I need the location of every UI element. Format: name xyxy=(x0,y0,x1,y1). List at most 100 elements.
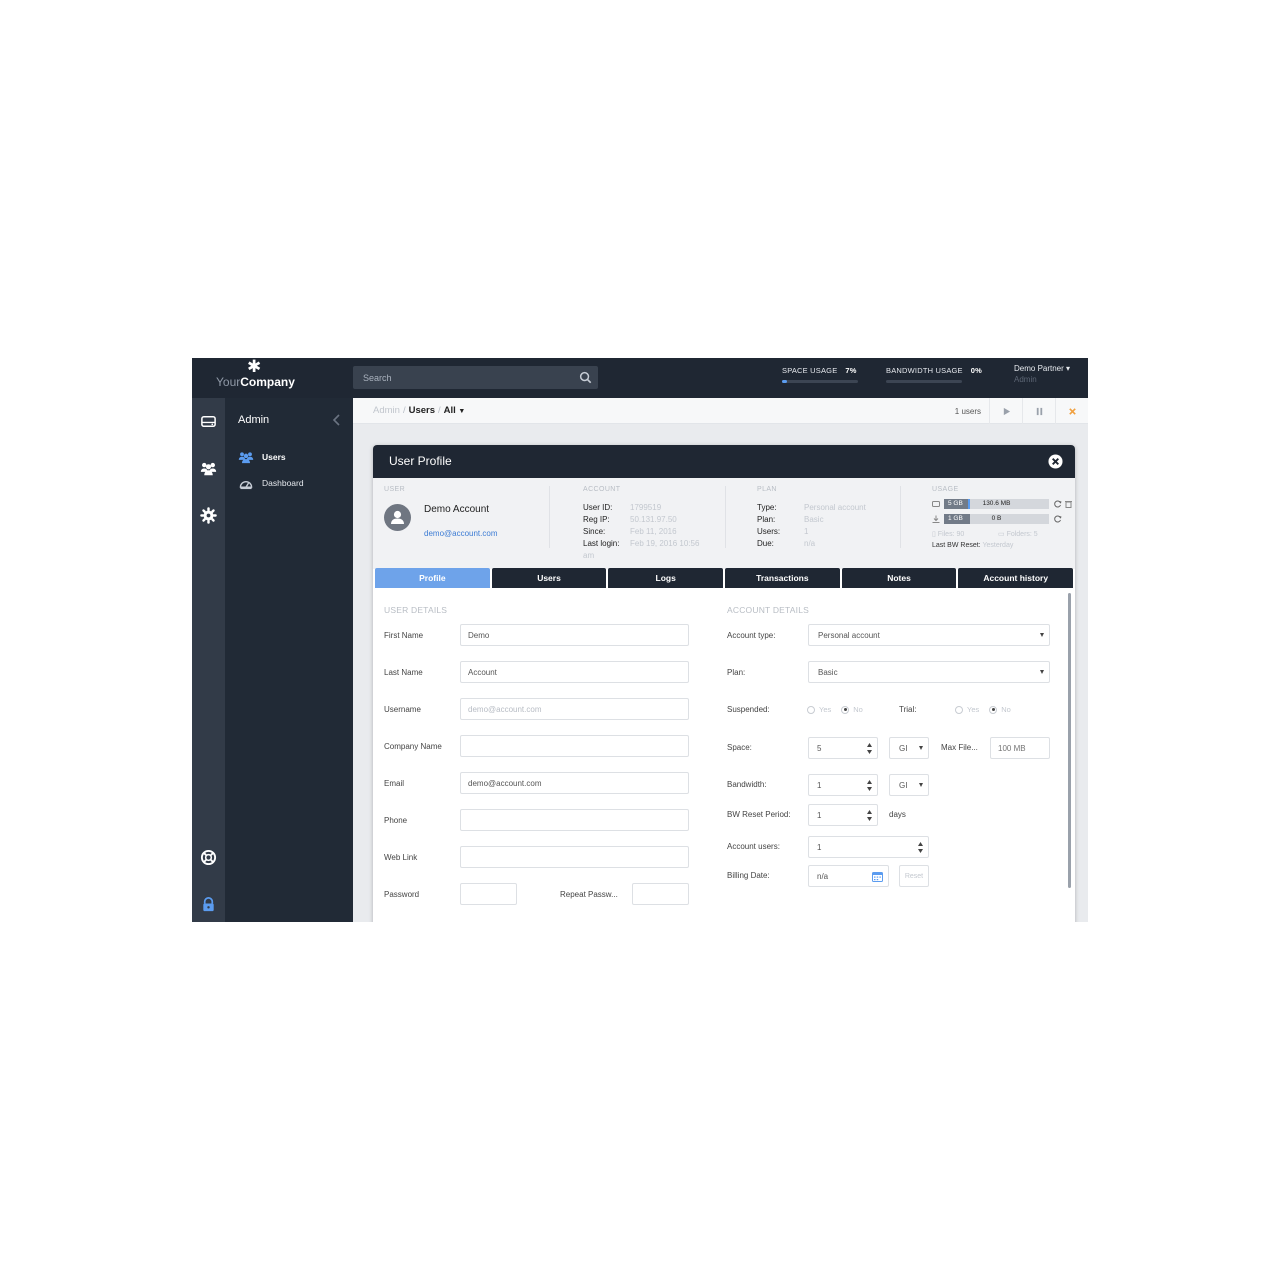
refresh-icon[interactable] xyxy=(1054,515,1062,523)
files-count-label: Files: 90 xyxy=(937,531,965,538)
rail-settings-button[interactable] xyxy=(192,500,225,530)
repeat-password-field[interactable] xyxy=(632,883,689,905)
tab-notes[interactable]: Notes xyxy=(841,568,957,588)
close-icon xyxy=(1068,407,1076,415)
breadcrumb-root[interactable]: Admin xyxy=(373,405,400,416)
last-name-field[interactable] xyxy=(460,661,689,683)
rail-admin-button[interactable] xyxy=(192,889,225,919)
sidebar-item-label: Dashboard xyxy=(262,478,304,488)
breadcrumb-users[interactable]: Users xyxy=(409,405,435,416)
account-name: Demo Account xyxy=(424,504,490,515)
stepper-arrows-icon xyxy=(867,810,872,821)
bw-reset-period-value: 1 xyxy=(817,811,822,820)
form-scrollbar[interactable] xyxy=(1068,593,1071,888)
icon-rail xyxy=(192,398,225,922)
trash-icon[interactable] xyxy=(1065,500,1072,508)
web-link-field[interactable] xyxy=(460,846,689,868)
breadcrumb-separator: / xyxy=(402,405,406,416)
plan-value: Basic xyxy=(804,515,824,524)
account-type-label: Account type: xyxy=(727,631,776,640)
space-stepper[interactable]: 5 xyxy=(808,737,878,759)
email-field[interactable] xyxy=(460,772,689,794)
company-name-field[interactable] xyxy=(460,735,689,757)
star-icon: ✱ xyxy=(247,358,262,376)
trial-no-radio[interactable] xyxy=(989,705,998,714)
delete-button[interactable] xyxy=(1055,398,1088,424)
breadcrumb-bar: Admin / Users / All ▼ 1 users xyxy=(353,398,1088,424)
last-bw-reset-label: Last BW Reset: xyxy=(932,542,981,549)
plan-select[interactable]: Basic xyxy=(808,661,1050,683)
reset-button[interactable]: Reset xyxy=(899,865,929,887)
suspended-no-radio[interactable] xyxy=(841,705,850,714)
user-id-value: 1799519 xyxy=(630,503,662,512)
since-value: Feb 11, 2016 xyxy=(630,527,677,536)
suspended-yes-label: Yes xyxy=(819,705,832,714)
max-file-field[interactable] xyxy=(990,737,1050,759)
tab-profile[interactable]: Profile xyxy=(375,568,490,588)
user-menu[interactable]: Demo Partner ▾ Admin xyxy=(1014,364,1070,384)
logo-name-part2: Company xyxy=(240,375,295,389)
refresh-icon[interactable] xyxy=(1054,500,1062,508)
account-users-stepper[interactable]: 1 xyxy=(808,836,929,858)
search-input[interactable] xyxy=(353,366,568,389)
app-window: ✱ YourCompany SPACE USAGE 7% BANDWIDTH US… xyxy=(192,358,1088,922)
space-value: 5 xyxy=(817,744,822,753)
rail-drive-button[interactable] xyxy=(192,406,225,436)
bandwidth-usage-label: BANDWIDTH USAGE xyxy=(886,366,963,375)
user-avatar-icon xyxy=(391,510,404,524)
bandwidth-unit-select[interactable]: GI xyxy=(889,774,929,796)
search-icon[interactable] xyxy=(579,371,592,384)
bw-reset-period-unit: days xyxy=(889,810,906,819)
pause-button[interactable] xyxy=(1022,398,1055,424)
account-info: User ID: 1799519 Reg IP: 50.131.97.50 Sinc… xyxy=(583,502,699,562)
dashboard-icon xyxy=(239,480,253,489)
phone-field[interactable] xyxy=(460,809,689,831)
suspended-no-label: No xyxy=(853,705,863,714)
profile-form: USER DETAILS First Name Last Name Userna… xyxy=(373,588,1075,922)
folders-count-label: Folders: 5 xyxy=(1006,531,1038,538)
play-button[interactable] xyxy=(989,398,1022,424)
breadcrumb-filter-dropdown[interactable]: All ▼ xyxy=(444,405,466,416)
bw-reset-period-stepper[interactable]: 1 xyxy=(808,804,878,826)
close-icon[interactable] xyxy=(1048,454,1063,469)
bandwidth-value: 1 xyxy=(817,781,822,790)
account-email-link[interactable]: demo@account.com xyxy=(424,529,498,538)
sidebar: Admin Users Dashboard xyxy=(225,398,353,922)
plan-info: Type: Personal account Plan: Basic Users: 1… xyxy=(757,502,866,550)
tab-transactions[interactable]: Transactions xyxy=(725,568,840,588)
modal-title: User Profile xyxy=(389,454,452,468)
space-usage-bar xyxy=(782,380,858,383)
username-field[interactable] xyxy=(460,698,689,720)
first-name-field[interactable] xyxy=(460,624,689,646)
billing-date-field[interactable]: n/a xyxy=(808,865,889,887)
users-label: Users: xyxy=(757,527,781,536)
stepper-arrows-icon xyxy=(867,780,872,791)
chevron-left-icon[interactable] xyxy=(332,413,342,427)
tab-account-history[interactable]: Account history xyxy=(958,568,1074,588)
reg-ip-label: Reg IP: xyxy=(583,515,610,524)
trial-yes-radio[interactable] xyxy=(955,705,963,714)
space-unit-select[interactable]: GI xyxy=(889,737,929,759)
space-usage-meter[interactable]: SPACE USAGE 7% xyxy=(782,366,858,388)
tab-users[interactable]: Users xyxy=(491,568,607,588)
breadcrumb-filter-label: All xyxy=(443,405,456,416)
sidebar-item-users[interactable]: Users xyxy=(238,449,286,465)
summary-plan-heading: PLAN xyxy=(757,486,777,493)
suspended-yes-radio[interactable] xyxy=(807,705,815,714)
rail-support-button[interactable] xyxy=(192,842,225,872)
calendar-icon[interactable] xyxy=(872,871,883,882)
modal-header: User Profile xyxy=(373,445,1075,478)
password-field[interactable] xyxy=(460,883,517,905)
bandwidth-stepper[interactable]: 1 xyxy=(808,774,878,796)
user-profile-modal: User Profile USER Demo Account demo@acco… xyxy=(373,445,1075,922)
repeat-password-label: Repeat Passw... xyxy=(560,890,618,899)
sidebar-item-dashboard[interactable]: Dashboard xyxy=(238,475,304,491)
account-type-select[interactable]: Personal account xyxy=(808,624,1050,646)
rail-users-button[interactable] xyxy=(192,453,225,483)
summary-user-heading: USER xyxy=(384,486,406,493)
company-logo[interactable]: ✱ YourCompany xyxy=(192,358,353,398)
account-type-value: Personal account xyxy=(818,631,880,640)
files-count: ▯ Files: 90 xyxy=(932,530,964,538)
bandwidth-usage-meter[interactable]: BANDWIDTH USAGE 0% xyxy=(886,366,982,388)
tab-logs[interactable]: Logs xyxy=(608,568,724,588)
